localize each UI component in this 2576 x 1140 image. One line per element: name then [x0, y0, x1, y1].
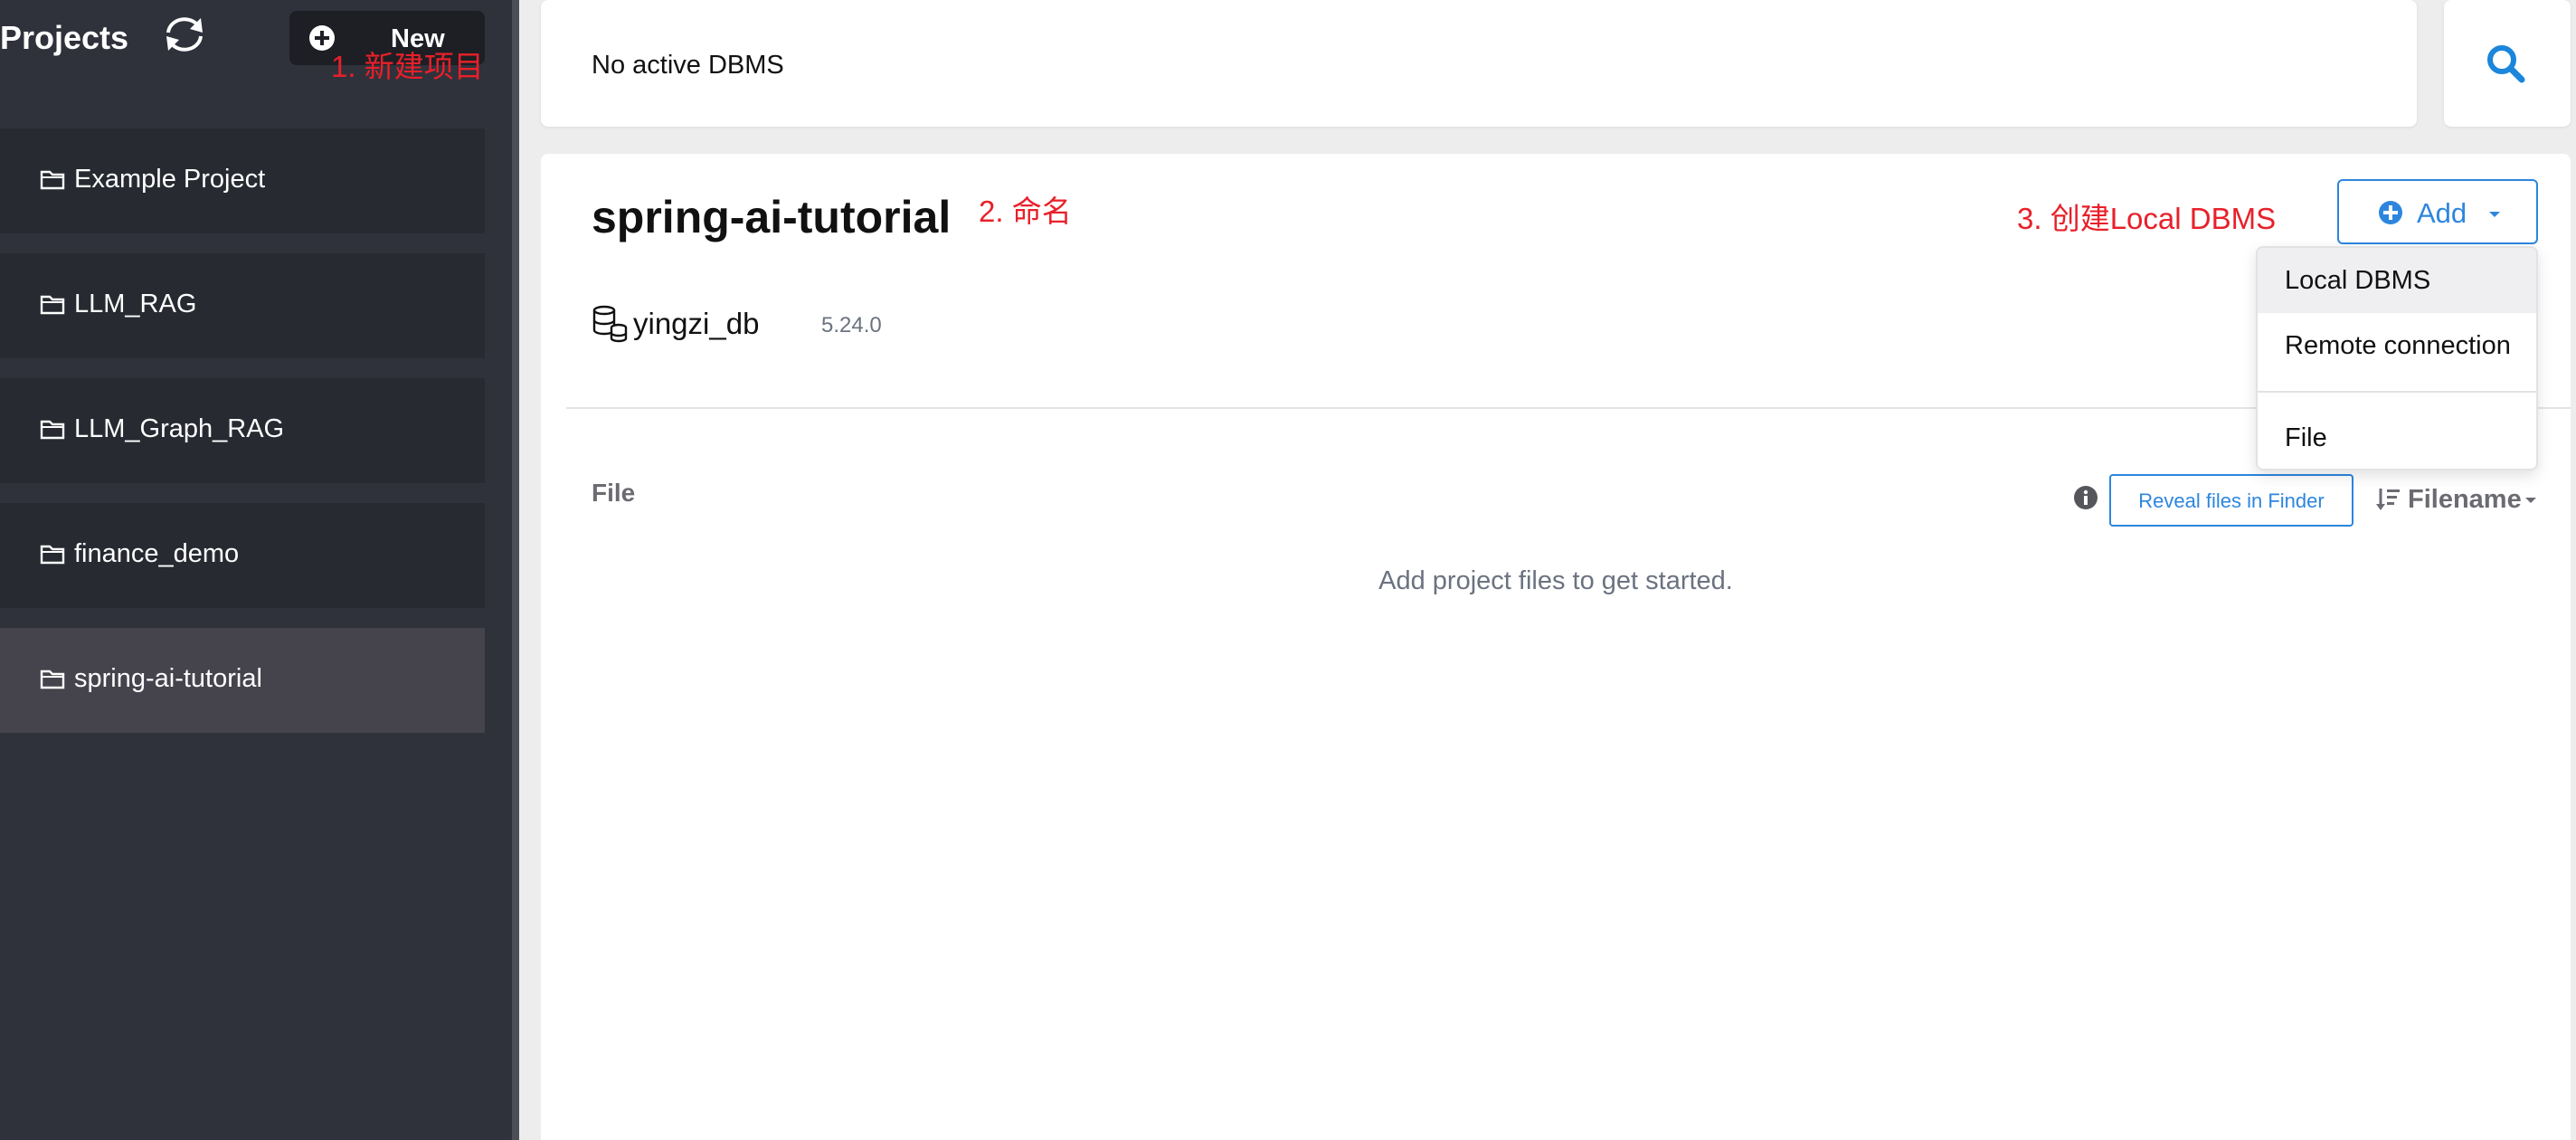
sort-label: Filename — [2408, 485, 2522, 514]
sidebar-item-label: spring-ai-tutorial — [74, 664, 262, 693]
menu-item-local-dbms[interactable]: Local DBMS — [2258, 248, 2536, 313]
info-icon[interactable] — [2073, 485, 2098, 510]
sort-filename-dropdown[interactable]: Filename — [2375, 481, 2556, 518]
annotation-step1: 1. 新建项目 — [331, 50, 484, 83]
folder-icon — [40, 420, 65, 440]
folder-icon — [40, 295, 65, 315]
reveal-files-button[interactable]: Reveal files in Finder — [2109, 474, 2353, 527]
active-dbms-bar: No active DBMS — [541, 0, 2417, 127]
search-button[interactable] — [2444, 0, 2571, 127]
sidebar-item-label: LLM_Graph_RAG — [74, 414, 285, 443]
reveal-files-label: Reveal files in Finder — [2138, 489, 2325, 512]
dbms-version: 5.24.0 — [821, 313, 882, 337]
menu-item-label: Local DBMS — [2285, 266, 2431, 295]
chevron-down-icon — [2525, 498, 2536, 503]
sidebar-item-llm-rag[interactable]: LLM_RAG — [0, 253, 485, 358]
search-icon — [2487, 45, 2525, 83]
folder-icon — [40, 670, 65, 689]
add-button-label: Add — [2417, 197, 2467, 229]
menu-item-file[interactable]: File — [2258, 405, 2536, 470]
sidebar-item-label: finance_demo — [74, 539, 240, 568]
database-icon — [592, 305, 628, 343]
sidebar-divider[interactable] — [512, 0, 519, 1140]
menu-item-label: Remote connection — [2285, 331, 2511, 360]
sidebar-item-label: Example Project — [74, 165, 266, 194]
annotation-step2: 2. 命名 — [979, 195, 1072, 228]
menu-divider — [2258, 391, 2536, 393]
sort-icon — [2376, 489, 2400, 510]
menu-item-label: File — [2285, 423, 2327, 452]
sidebar-item-example-project[interactable]: Example Project — [0, 128, 485, 233]
files-heading: File — [592, 479, 636, 507]
folder-icon — [40, 545, 65, 565]
folder-icon — [40, 170, 65, 190]
sidebar-item-finance-demo[interactable]: finance_demo — [0, 503, 485, 608]
add-button[interactable]: Add — [2337, 179, 2538, 244]
menu-item-remote-connection[interactable]: Remote connection — [2258, 313, 2536, 378]
sidebar-item-llm-graph-rag[interactable]: LLM_Graph_RAG — [0, 378, 485, 483]
plus-circle-icon — [2379, 201, 2402, 224]
annotation-step3: 3. 创建Local DBMS — [2017, 202, 2277, 235]
refresh-icon[interactable] — [159, 13, 210, 56]
add-dropdown-menu: Local DBMS Remote connection File — [2256, 246, 2538, 470]
dbms-name: yingzi_db — [633, 307, 760, 340]
active-dbms-status: No active DBMS — [592, 51, 784, 80]
sidebar-title: Projects — [0, 19, 129, 56]
sidebar-item-label: LLM_RAG — [74, 290, 197, 318]
app-window: Projects New 1. 新建项目 Example Project LLM… — [0, 0, 2576, 1140]
project-title: spring-ai-tutorial — [592, 192, 952, 242]
projects-sidebar: Projects New 1. 新建项目 Example Project LLM… — [0, 0, 512, 1140]
chevron-down-icon — [2489, 212, 2500, 217]
sidebar-item-spring-ai-tutorial[interactable]: spring-ai-tutorial — [0, 628, 485, 733]
empty-files-message: Add project files to get started. — [1378, 566, 1733, 595]
